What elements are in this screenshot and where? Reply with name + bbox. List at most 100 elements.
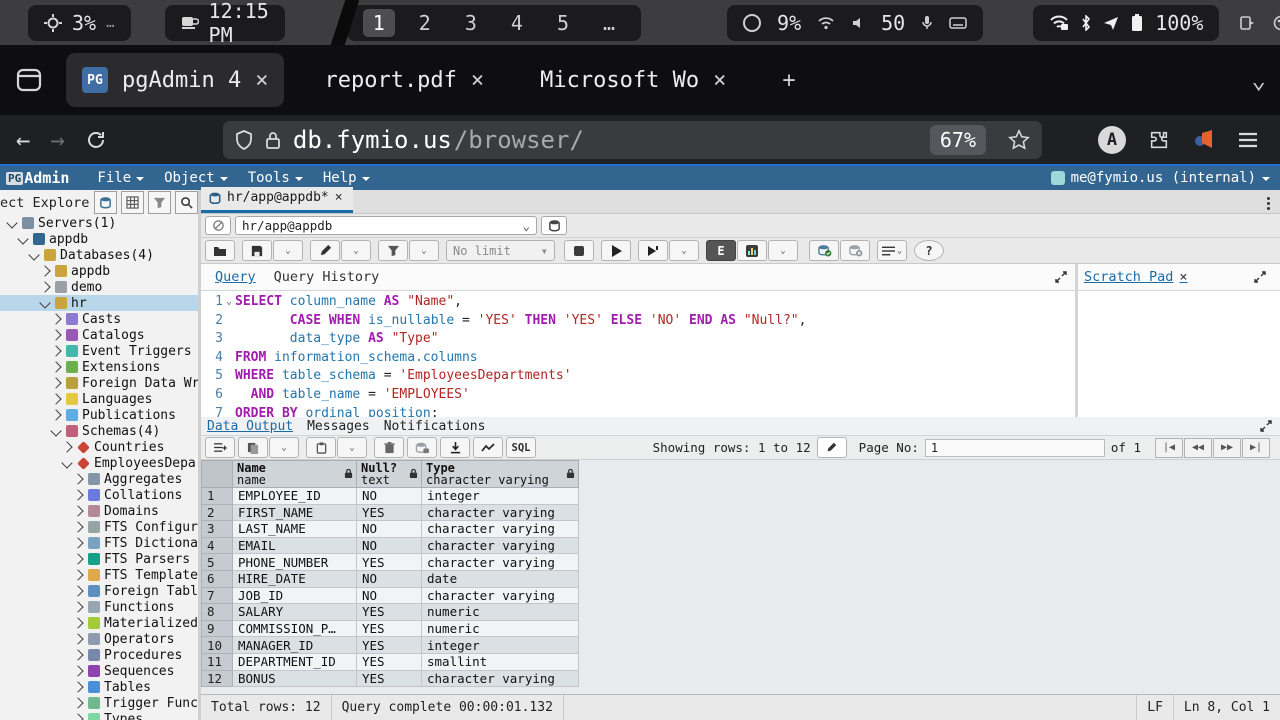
tree-item-fts-dictionar[interactable]: FTS Dictionar bbox=[0, 535, 198, 551]
delete-row-button[interactable] bbox=[374, 437, 404, 458]
bookmark-star-icon[interactable] bbox=[1008, 129, 1030, 151]
new-tab-button[interactable]: + bbox=[782, 68, 795, 93]
chevron-right-icon[interactable] bbox=[72, 489, 83, 500]
graph-visualiser-button[interactable] bbox=[473, 437, 503, 458]
column-header-type[interactable]: Typecharacter varying bbox=[422, 461, 579, 488]
sql-line-3[interactable]: 3 data_type AS "Type" bbox=[201, 330, 1075, 349]
cell[interactable]: numeric bbox=[422, 620, 579, 637]
row-number[interactable]: 5 bbox=[202, 554, 233, 571]
cell[interactable]: character varying bbox=[422, 554, 579, 571]
querytool-tab[interactable]: hr/app@appdb* × bbox=[201, 187, 353, 213]
cell[interactable]: YES bbox=[357, 554, 422, 571]
cell[interactable]: PHONE_NUMBER bbox=[233, 554, 357, 571]
paste-button[interactable] bbox=[306, 437, 336, 458]
execute-button[interactable] bbox=[601, 240, 631, 261]
expand-editor-icon[interactable] bbox=[1055, 271, 1067, 283]
cell[interactable]: FIRST_NAME bbox=[233, 504, 357, 521]
sql-line-7[interactable]: 7ORDER BY ordinal_position; bbox=[201, 405, 1075, 417]
tree-item-trigger-funct[interactable]: Trigger Funct bbox=[0, 695, 198, 711]
table-row[interactable]: 5PHONE_NUMBERYEScharacter varying bbox=[202, 554, 579, 571]
announce-extension-icon[interactable] bbox=[1192, 129, 1216, 151]
cell[interactable]: EMAIL bbox=[233, 537, 357, 554]
tree-item-appdb[interactable]: appdb bbox=[0, 231, 198, 247]
chevron-right-icon[interactable] bbox=[72, 681, 83, 692]
forward-button[interactable]: → bbox=[50, 126, 64, 154]
cell[interactable]: JOB_ID bbox=[233, 587, 357, 604]
menu-file[interactable]: File bbox=[87, 170, 154, 186]
grid-view-button[interactable] bbox=[121, 191, 144, 214]
cell[interactable]: NO bbox=[357, 570, 422, 587]
tree-item-casts[interactable]: Casts bbox=[0, 311, 198, 327]
tab-close-icon[interactable]: × bbox=[471, 68, 484, 93]
tab-scratch-pad[interactable]: Scratch Pad × bbox=[1084, 269, 1188, 285]
cell[interactable]: NO bbox=[357, 521, 422, 538]
tab-notifications[interactable]: Notifications bbox=[384, 419, 486, 434]
add-server-button[interactable] bbox=[94, 191, 117, 214]
cell[interactable]: numeric bbox=[422, 604, 579, 621]
browser-menu-icon[interactable] bbox=[1238, 132, 1258, 148]
chevron-down-icon[interactable] bbox=[28, 249, 39, 260]
chevron-down-icon[interactable] bbox=[6, 217, 17, 228]
sql-line-1[interactable]: 1⌄SELECT column_name AS "Name", bbox=[201, 293, 1075, 312]
back-button[interactable]: ← bbox=[16, 126, 30, 154]
cell[interactable]: NO bbox=[357, 587, 422, 604]
tree-item-foreign-data-wra[interactable]: Foreign Data Wra bbox=[0, 375, 198, 391]
chevron-right-icon[interactable] bbox=[39, 265, 50, 276]
cell[interactable]: character varying bbox=[422, 504, 579, 521]
search-objects-button[interactable] bbox=[175, 191, 198, 214]
browser-tab-0[interactable]: PGpgAdmin 4× bbox=[66, 53, 284, 107]
sql-line-2[interactable]: 2 CASE WHEN is_nullable = 'YES' THEN 'YE… bbox=[201, 312, 1075, 331]
prev-page-button[interactable]: ◀◀ bbox=[1184, 438, 1212, 458]
tree-item-fts-parsers[interactable]: FTS Parsers bbox=[0, 551, 198, 567]
cell[interactable]: character varying bbox=[422, 670, 579, 687]
chevron-right-icon[interactable] bbox=[72, 585, 83, 596]
execute-menu-chevron[interactable]: ⌄ bbox=[669, 240, 699, 261]
screenshot-icon[interactable] bbox=[1239, 15, 1255, 31]
workspace-3[interactable]: 3 bbox=[455, 9, 487, 37]
cpu-pill[interactable]: 3% … bbox=[28, 5, 131, 41]
row-number[interactable]: 1 bbox=[202, 488, 233, 505]
tree-item-operators[interactable]: Operators bbox=[0, 631, 198, 647]
browser-tab-1[interactable]: report.pdf× bbox=[308, 53, 500, 107]
save-data-button[interactable] bbox=[407, 437, 437, 458]
cell[interactable]: EMPLOYEE_ID bbox=[233, 488, 357, 505]
chevron-down-icon[interactable] bbox=[17, 233, 28, 244]
table-row[interactable]: 2FIRST_NAMEYEScharacter varying bbox=[202, 504, 579, 521]
browser-tab-2[interactable]: Microsoft Wo× bbox=[524, 53, 742, 107]
cell[interactable]: YES bbox=[357, 653, 422, 670]
expand-scratch-pad-icon[interactable] bbox=[1254, 271, 1266, 283]
results-table[interactable]: NamenameNull?textTypecharacter varying 1… bbox=[201, 460, 579, 687]
last-page-button[interactable]: ▶| bbox=[1242, 438, 1270, 458]
chevron-right-icon[interactable] bbox=[72, 649, 83, 660]
cell[interactable]: YES bbox=[357, 504, 422, 521]
tree-item-appdb[interactable]: appdb bbox=[0, 263, 198, 279]
fold-chevron-icon[interactable]: ⌄ bbox=[223, 293, 235, 312]
first-page-button[interactable]: |◀ bbox=[1155, 438, 1183, 458]
tab-close-icon[interactable]: × bbox=[713, 68, 726, 93]
workspace-4[interactable]: 4 bbox=[501, 9, 533, 37]
column-header-name[interactable]: Namename bbox=[233, 461, 357, 488]
tree-item-domains[interactable]: Domains bbox=[0, 503, 198, 519]
lock-icon[interactable] bbox=[265, 130, 281, 150]
new-connection-button[interactable] bbox=[541, 216, 567, 235]
workspace-…[interactable]: … bbox=[593, 9, 625, 37]
row-number[interactable]: 6 bbox=[202, 570, 233, 587]
tab-messages[interactable]: Messages bbox=[307, 419, 370, 434]
cell[interactable]: YES bbox=[357, 620, 422, 637]
chevron-right-icon[interactable] bbox=[72, 713, 83, 720]
cell[interactable]: YES bbox=[357, 604, 422, 621]
chevron-right-icon[interactable] bbox=[50, 409, 61, 420]
tree-item-foreign-table[interactable]: Foreign Table bbox=[0, 583, 198, 599]
cell[interactable]: DEPARTMENT_ID bbox=[233, 653, 357, 670]
row-number[interactable]: 12 bbox=[202, 670, 233, 687]
open-file-button[interactable] bbox=[205, 240, 235, 261]
paste-menu-chevron[interactable]: ⌄ bbox=[337, 437, 367, 458]
chevron-right-icon[interactable] bbox=[50, 377, 61, 388]
cursor-position-status[interactable]: Ln 8, Col 1 bbox=[1173, 695, 1280, 720]
cell[interactable]: character varying bbox=[422, 537, 579, 554]
table-row[interactable]: 9COMMISSION_P…YESnumeric bbox=[202, 620, 579, 637]
execute-options-button[interactable] bbox=[638, 240, 668, 261]
account-icon[interactable]: A bbox=[1098, 126, 1126, 154]
limit-select[interactable]: No limit ▾ bbox=[446, 240, 555, 261]
zoom-level-badge[interactable]: 67% bbox=[930, 125, 986, 155]
